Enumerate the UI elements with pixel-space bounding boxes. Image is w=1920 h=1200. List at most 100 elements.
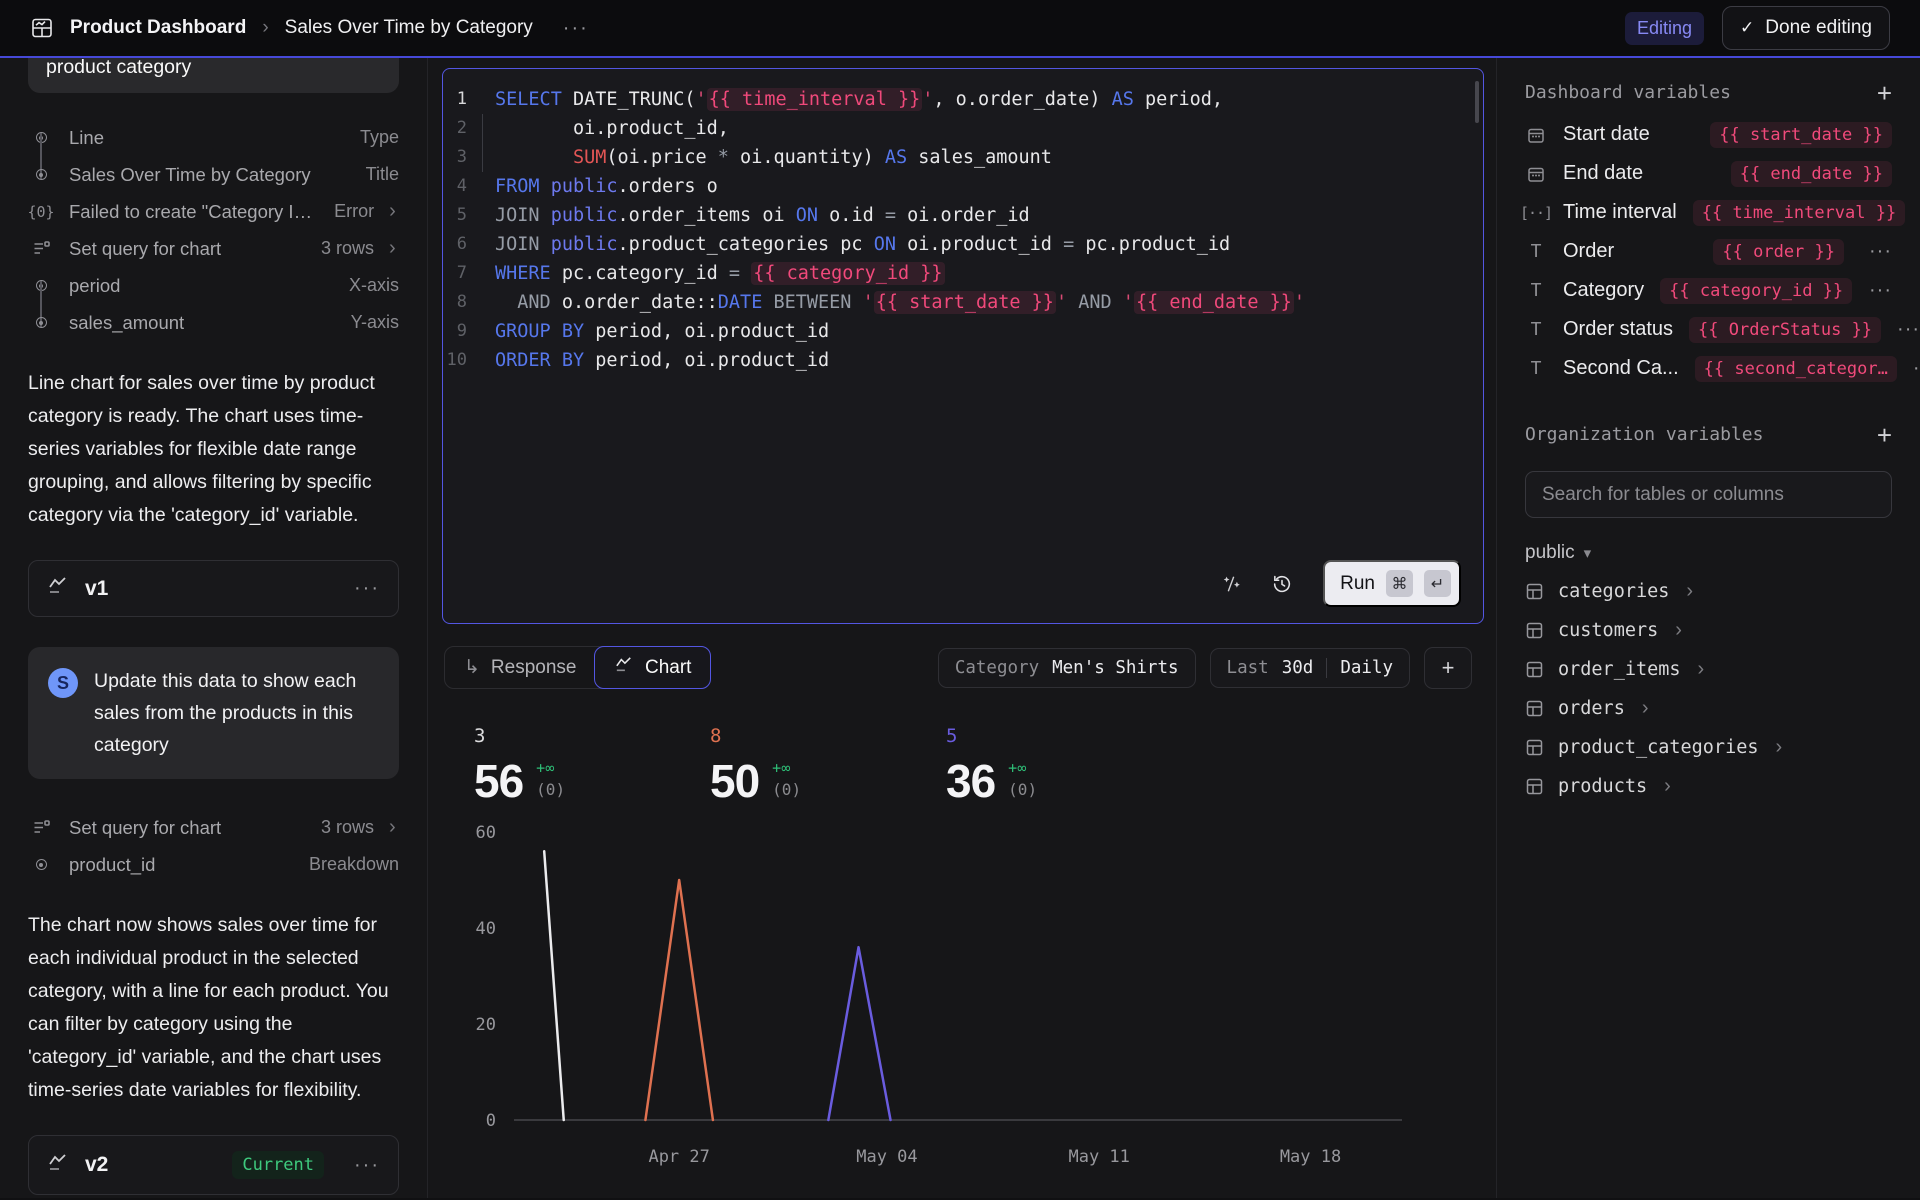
chevron-right-icon: › <box>1642 697 1649 720</box>
table-name: categories <box>1558 581 1669 602</box>
variable-chip[interactable]: {{ OrderStatus }} <box>1689 317 1881 343</box>
variable-chip[interactable]: {{ end_date }} <box>1731 161 1892 187</box>
add-variable-button[interactable]: + <box>1877 83 1892 103</box>
variable-row[interactable]: [··]Time interval{{ time_interval }} <box>1525 193 1892 232</box>
step-label: Set query for chart <box>69 238 221 260</box>
code-text: WHERE pc.category_id = {{ category_id }} <box>495 259 945 288</box>
svg-text:May 18: May 18 <box>1280 1147 1341 1167</box>
variables-sidebar: Dashboard variables + Start date{{ start… <box>1496 58 1920 1198</box>
table-name: customers <box>1558 620 1658 641</box>
table-search-container <box>1525 471 1892 518</box>
chevron-right-icon: › <box>389 816 399 839</box>
variable-row[interactable]: TOrder status{{ OrderStatus }}··· <box>1525 310 1892 349</box>
version-card-v2[interactable]: v2 Current ··· <box>28 1135 399 1195</box>
assistant-summary-v2: The chart now shows sales over time for … <box>28 909 399 1107</box>
run-query-button[interactable]: Run ⌘ ↵ <box>1323 560 1461 607</box>
editor-scrollbar[interactable] <box>1475 81 1479 123</box>
app-logo-icon[interactable] <box>30 16 54 40</box>
assistant-step[interactable]: Set query for chart3 rows› <box>28 230 399 267</box>
step-value: Y-axis <box>351 312 399 333</box>
svg-text:Apr 27: Apr 27 <box>648 1147 709 1167</box>
line-chart-icon <box>47 576 69 601</box>
sql-editor[interactable]: 1SELECT DATE_TRUNC('{{ time_interval }}'… <box>442 68 1484 624</box>
stat-value: 56 <box>474 758 523 804</box>
step-value: Breakdown <box>309 854 399 875</box>
table-row[interactable]: order_items› <box>1525 650 1892 689</box>
previous-user-message: product category <box>28 58 399 93</box>
variable-row[interactable]: Start date{{ start_date }} <box>1525 115 1892 154</box>
series-stats: 356+∞(0)850+∞(0)536+∞(0) <box>474 725 1496 804</box>
more-icon[interactable]: ··· <box>1860 240 1892 263</box>
add-org-variable-button[interactable]: + <box>1877 425 1892 445</box>
variable-row[interactable]: TSecond Ca...{{ second_categor…··· <box>1525 349 1892 388</box>
line-number: 6 <box>443 230 495 259</box>
cmd-key-icon: ⌘ <box>1386 570 1413 597</box>
table-row[interactable]: products› <box>1525 767 1892 806</box>
svg-text:May 11: May 11 <box>1068 1147 1129 1167</box>
stat-delta: +∞ <box>772 759 801 777</box>
version-card-v1[interactable]: v1 ··· <box>28 560 399 617</box>
more-icon[interactable]: ··· <box>1868 279 1892 302</box>
assistant-sidebar: product category LineTypeSales Over Time… <box>0 58 428 1198</box>
variable-row[interactable]: End date{{ end_date }} <box>1525 154 1892 193</box>
user-message: S Update this data to show each sales fr… <box>28 647 399 779</box>
sales-line-chart: 0204060Apr 27May 04May 11May 18 <box>452 818 1496 1176</box>
variable-chip[interactable]: {{ time_interval }} <box>1693 200 1905 226</box>
more-icon[interactable]: ··· <box>1897 318 1920 341</box>
enter-key-icon: ↵ <box>1424 570 1451 597</box>
table-icon <box>1525 738 1544 757</box>
code-line: 3 SUM(oi.price * oi.quantity) AS sales_a… <box>443 143 1463 172</box>
table-row[interactable]: categories› <box>1525 572 1892 611</box>
variable-chip[interactable]: {{ second_categor… <box>1695 356 1897 382</box>
date-range-pill[interactable]: Last 30d Daily <box>1210 648 1410 688</box>
stat-value: 50 <box>710 758 759 804</box>
breadcrumb-dashboard[interactable]: Product Dashboard <box>70 17 246 39</box>
assistant-steps-group-2: Set query for chart3 rows›product_idBrea… <box>28 809 399 883</box>
code-text: JOIN public.order_items oi ON o.id = oi.… <box>495 201 1030 230</box>
variable-row[interactable]: TCategory{{ category_id }}··· <box>1525 271 1892 310</box>
table-icon <box>1525 621 1544 640</box>
stat-series-key: 5 <box>946 725 1182 747</box>
code-line: 6JOIN public.product_categories pc ON oi… <box>443 230 1463 259</box>
stat-series-key: 8 <box>710 725 946 747</box>
tab-chart[interactable]: Chart <box>594 646 711 689</box>
table-row[interactable]: customers › <box>1525 611 1892 650</box>
category-filter-pill[interactable]: Category Men's Shirts <box>938 648 1196 688</box>
code-text: SUM(oi.price * oi.quantity) AS sales_amo… <box>495 143 1052 172</box>
query-history-icon[interactable] <box>1271 573 1293 595</box>
assistant-steps-group-1: LineTypeSales Over Time by CategoryTitle… <box>28 119 399 341</box>
tab-response[interactable]: ↳ Response <box>445 647 595 688</box>
table-row[interactable]: product_categories› <box>1525 728 1892 767</box>
more-icon[interactable]: ··· <box>354 1154 380 1177</box>
add-filter-button[interactable]: + <box>1424 647 1472 689</box>
done-editing-button[interactable]: ✓ Done editing <box>1722 6 1890 50</box>
step-label: Failed to create "Category ID... <box>69 201 319 223</box>
schema-toggle[interactable]: public ▾ <box>1525 542 1892 564</box>
svg-text:60: 60 <box>476 823 496 843</box>
variable-chip[interactable]: {{ order }} <box>1713 239 1844 265</box>
table-search-input[interactable] <box>1542 484 1875 506</box>
done-editing-label: Done editing <box>1765 17 1872 39</box>
breadcrumb-page-title[interactable]: Sales Over Time by Category <box>285 17 533 39</box>
table-row[interactable]: orders › <box>1525 689 1892 728</box>
variable-row[interactable]: TOrder{{ order }}··· <box>1525 232 1892 271</box>
current-version-badge: Current <box>232 1151 324 1179</box>
format-sql-icon[interactable] <box>1221 574 1241 594</box>
assistant-step[interactable]: {0}Failed to create "Category ID...Error… <box>28 193 399 230</box>
sql-code-area[interactable]: 1SELECT DATE_TRUNC('{{ time_interval }}'… <box>443 69 1483 375</box>
variable-label: Order <box>1563 240 1614 263</box>
main-panel: 1SELECT DATE_TRUNC('{{ time_interval }}'… <box>428 58 1496 1198</box>
user-avatar: S <box>48 668 78 698</box>
stat-series-key: 3 <box>474 725 710 747</box>
more-icon[interactable]: ··· <box>1913 357 1920 380</box>
breadcrumb-more-icon[interactable]: ··· <box>563 17 589 40</box>
table-name: orders <box>1558 698 1625 719</box>
assistant-step[interactable]: Set query for chart3 rows› <box>28 809 399 846</box>
query-list-icon <box>28 239 54 258</box>
line-number: 2 <box>443 114 495 143</box>
variable-chip[interactable]: {{ start_date }} <box>1710 122 1892 148</box>
more-icon[interactable]: ··· <box>354 577 380 600</box>
variable-chip[interactable]: {{ category_id }} <box>1660 278 1852 304</box>
line-number: 3 <box>443 143 495 172</box>
chevron-right-icon: › <box>1675 619 1682 642</box>
